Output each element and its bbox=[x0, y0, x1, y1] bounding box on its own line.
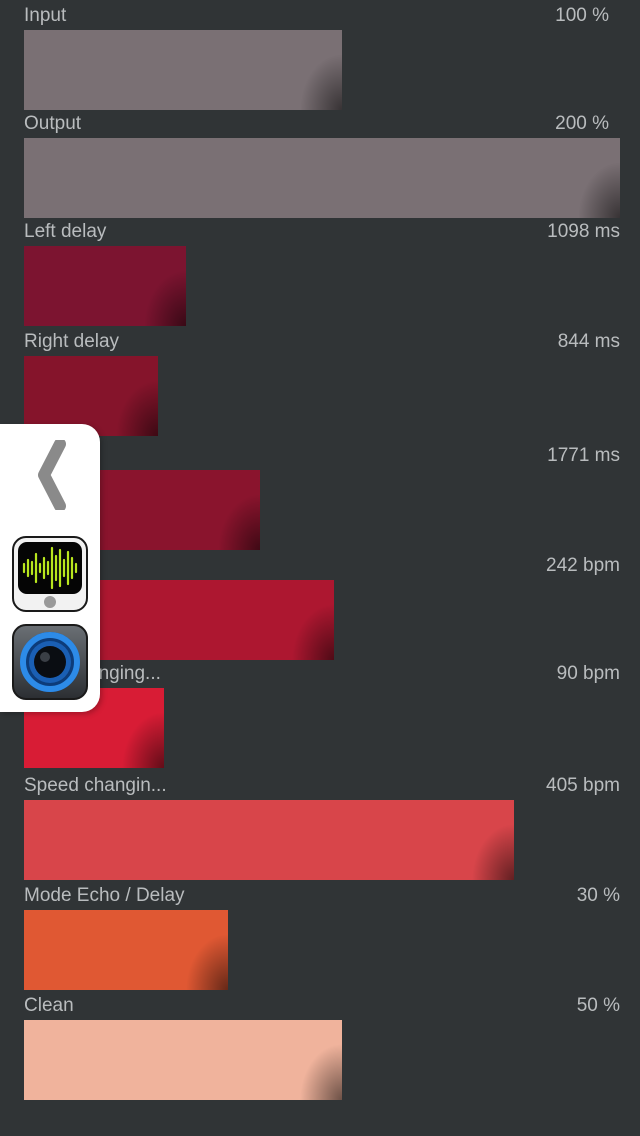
row-right-delay: Right delay 844 ms bbox=[0, 326, 640, 436]
input-level-bar bbox=[24, 30, 343, 110]
row-label: Clean bbox=[24, 995, 74, 1016]
row-label: Output bbox=[24, 113, 82, 134]
row-output: Output 200 % bbox=[0, 108, 640, 218]
audio-waveform-app-icon[interactable] bbox=[12, 536, 88, 612]
row-input: Input 100 % bbox=[0, 0, 640, 110]
blue-speaker-app-icon[interactable] bbox=[12, 624, 88, 700]
row-value: 844 ms bbox=[557, 331, 620, 352]
row-value: 242 bpm bbox=[546, 555, 620, 576]
row-value: 1771 ms bbox=[547, 445, 620, 466]
waveform-screen bbox=[18, 542, 82, 594]
clean-slider[interactable] bbox=[24, 1020, 620, 1100]
row-label: Right delay bbox=[24, 331, 120, 352]
home-button-shape bbox=[44, 596, 56, 608]
mode-echo-delay-slider[interactable] bbox=[24, 910, 620, 990]
row-label: Speed changin... bbox=[24, 775, 167, 796]
app-switcher-panel bbox=[0, 424, 100, 712]
row-value: 30 % bbox=[576, 885, 620, 906]
speed-changing-2-level-bar bbox=[24, 800, 514, 880]
row-value: 50 % bbox=[576, 995, 620, 1016]
speed-changing-2-slider[interactable] bbox=[24, 800, 620, 880]
output-slider[interactable] bbox=[24, 138, 620, 218]
row-mode-echo-delay: Mode Echo / Delay 30 % bbox=[0, 880, 640, 990]
chevron-left-icon[interactable] bbox=[32, 438, 72, 512]
app-screen: Input 100 % Output 200 % Left delay 1098… bbox=[0, 0, 640, 1136]
row-label: Left delay bbox=[24, 221, 107, 242]
right-delay-slider[interactable] bbox=[24, 356, 620, 436]
speed-changing-1-slider[interactable] bbox=[24, 688, 620, 768]
row-label: Input bbox=[24, 5, 67, 26]
row-speed-changing-2: Speed changin... 405 bpm bbox=[0, 770, 640, 880]
left-delay-level-bar bbox=[24, 246, 187, 326]
tempo-slider[interactable] bbox=[24, 580, 620, 660]
row-label: Mode Echo / Delay bbox=[24, 885, 185, 906]
clean-level-bar bbox=[24, 1020, 343, 1100]
row-value: 100 % bbox=[555, 5, 609, 26]
row-left-delay: Left delay 1098 ms bbox=[0, 216, 640, 326]
row-value: 200 % bbox=[555, 113, 609, 134]
mode-echo-delay-level-bar bbox=[24, 910, 228, 990]
input-slider[interactable] bbox=[24, 30, 620, 110]
row-value: 1098 ms bbox=[547, 221, 620, 242]
row-clean: Clean 50 % bbox=[0, 990, 640, 1100]
left-delay-slider[interactable] bbox=[24, 246, 620, 326]
delay-3-slider[interactable] bbox=[24, 470, 620, 550]
output-level-bar bbox=[24, 138, 620, 218]
row-value: 90 bpm bbox=[556, 663, 620, 684]
row-value: 405 bpm bbox=[546, 775, 620, 796]
